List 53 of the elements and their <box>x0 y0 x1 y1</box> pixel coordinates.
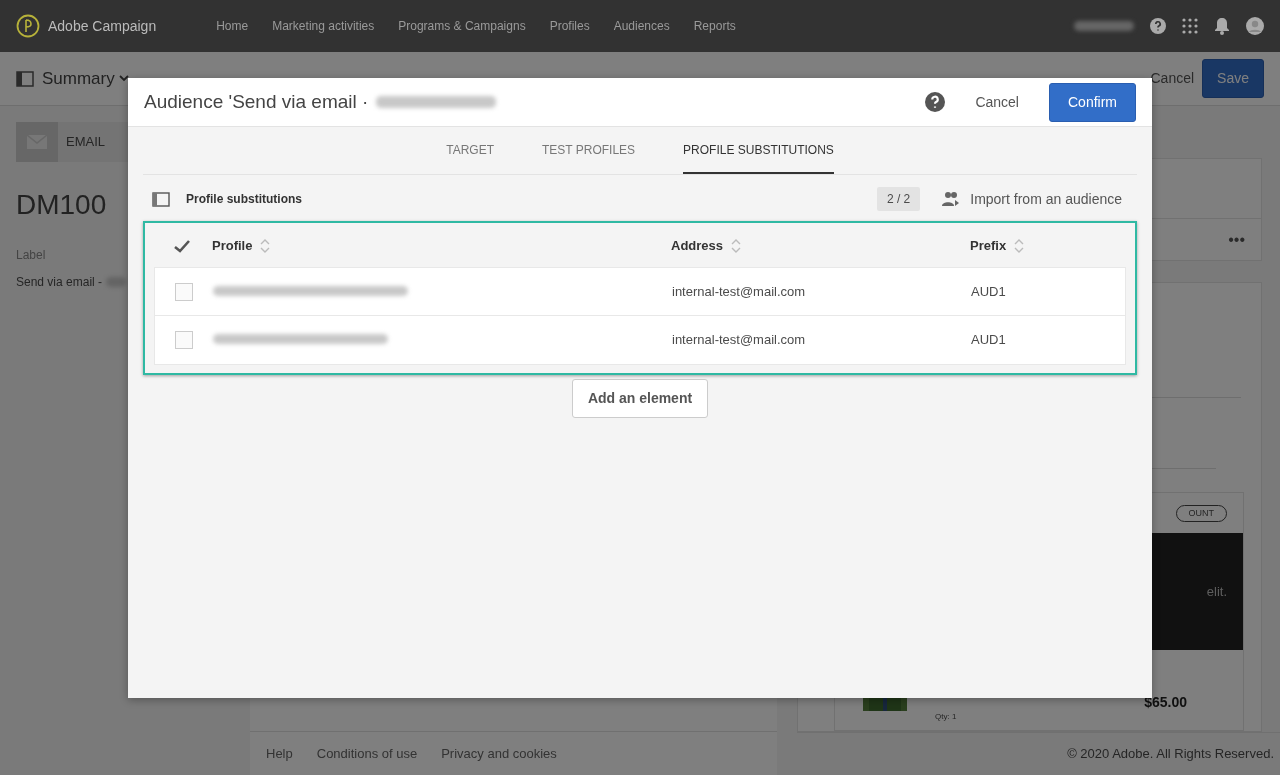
import-button[interactable]: Import from an audience <box>936 187 1128 211</box>
nav-link[interactable]: Home <box>216 17 249 35</box>
check-icon[interactable] <box>174 240 190 254</box>
nav-link[interactable]: Marketing activities <box>272 17 375 35</box>
table-cell: AUD1 <box>971 332 1006 348</box>
logo-icon <box>16 14 40 38</box>
tab[interactable]: TARGET <box>446 127 494 174</box>
delivery-code: DM100 <box>16 188 107 222</box>
chevron-down-icon[interactable] <box>118 75 129 82</box>
footer-link[interactable]: Privacy and cookies <box>441 743 557 764</box>
dialog-title: Audience 'Send via email · <box>144 89 369 114</box>
channel-tab[interactable]: EMAIL <box>16 122 128 162</box>
confirm-button[interactable]: Confirm <box>1049 82 1136 122</box>
panel-icon[interactable] <box>16 70 34 87</box>
section-title: Profile substitutions <box>186 191 302 208</box>
copyright-text: © 2020 Adobe. All Rights Reserved. <box>1067 745 1274 764</box>
avatar-icon[interactable] <box>1246 17 1264 35</box>
blurred-text <box>1074 21 1134 31</box>
nav-link[interactable]: Profiles <box>549 17 590 35</box>
more-button[interactable]: ••• <box>1228 227 1245 252</box>
channel-label: EMAIL <box>66 133 105 152</box>
cancel-button[interactable]: Cancel <box>969 90 1025 114</box>
checkbox[interactable] <box>175 331 193 349</box>
apps-grid-icon[interactable] <box>1182 18 1198 34</box>
count-badge: 2 / 2 <box>876 187 921 211</box>
banner-text: elit. <box>1206 583 1227 602</box>
table-cell: AUD1 <box>971 283 1006 299</box>
column-header[interactable]: Profile <box>212 236 253 256</box>
nav-link[interactable]: Reports <box>693 17 736 35</box>
blurred-text <box>106 276 127 287</box>
help-icon[interactable] <box>1150 18 1166 34</box>
summary-dropdown[interactable]: Summary <box>42 65 115 92</box>
table-cell: internal-test@mail.com <box>672 332 806 348</box>
nav-link[interactable]: Audiences <box>613 17 670 35</box>
field-value: Send via email - <box>16 273 103 291</box>
cancel-button[interactable]: Cancel <box>1146 67 1199 90</box>
tab[interactable]: TEST PROFILES <box>541 127 636 174</box>
footer-link[interactable]: Help <box>266 743 293 764</box>
table-cell: internal-test@mail.com <box>672 283 806 299</box>
column-header[interactable]: Prefix <box>970 236 1007 256</box>
bell-icon[interactable] <box>1214 17 1230 35</box>
checkbox[interactable] <box>175 282 193 301</box>
tab[interactable]: PROFILE SUBSTITUTIONS <box>683 127 834 174</box>
panel-icon <box>152 191 170 207</box>
nav-link[interactable]: Programs & Campaigns <box>398 17 526 35</box>
app-name: Adobe Campaign <box>48 16 157 36</box>
help-icon[interactable] <box>925 92 946 112</box>
save-button[interactable]: Save <box>1202 59 1264 98</box>
product-price: $65.00 <box>1144 693 1187 713</box>
add-element-button[interactable]: Add an element <box>571 379 709 418</box>
product-quantity: Qty: 1 <box>935 711 957 724</box>
column-header[interactable]: Address <box>671 236 724 256</box>
footer-link[interactable]: Conditions of use <box>316 743 418 764</box>
